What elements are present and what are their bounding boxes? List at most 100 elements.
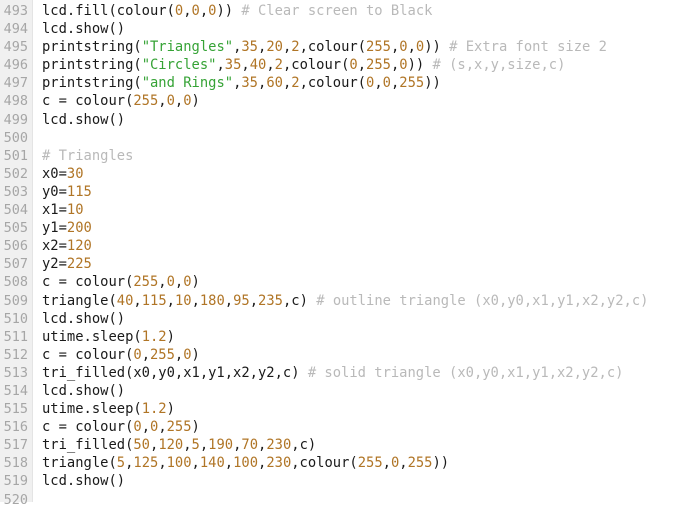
code-token-num: 120	[158, 437, 184, 454]
code-line[interactable]: triangle(40,115,10,180,95,235,c) # outli…	[42, 292, 680, 310]
code-token-plain: ,	[224, 455, 234, 472]
line-number: 495	[3, 39, 28, 56]
code-token-plain: ,	[174, 274, 184, 291]
code-token-plain: ,	[141, 419, 150, 436]
code-token-plain: y2=	[42, 256, 67, 273]
line-number: 514	[3, 382, 28, 399]
code-token-num: 0	[133, 346, 142, 363]
code-line[interactable]: printstring("Triangles",35,20,2,colour(2…	[42, 38, 680, 56]
code-line[interactable]: lcd.show()	[42, 382, 680, 400]
code-token-num: 20	[266, 39, 283, 56]
code-token-num: 2	[274, 57, 283, 74]
code-token-num: 40	[249, 57, 267, 74]
code-line[interactable]: printstring("Circles",35,40,2,colour(0,2…	[42, 56, 680, 74]
code-line[interactable]: lcd.show()	[42, 111, 680, 129]
code-line[interactable]: c = colour(255,0,0)	[42, 92, 680, 110]
code-token-num: 10	[66, 202, 84, 219]
code-token-num: 2	[291, 39, 300, 56]
line-number: 511	[3, 328, 28, 345]
line-number: 500	[3, 129, 28, 146]
code-token-num: 235	[258, 292, 283, 309]
code-token-num: 70	[241, 437, 259, 454]
code-token-plain: ,c)	[282, 292, 317, 309]
code-token-plain: ,colour(	[299, 75, 367, 92]
code-token-num: 255	[133, 93, 159, 110]
code-line[interactable]: x1=10	[42, 201, 680, 219]
code-token-plain: ,	[357, 57, 367, 74]
line-number: 502	[3, 165, 28, 182]
code-line[interactable]: x2=120	[42, 237, 680, 255]
line-number: 499	[3, 111, 28, 128]
code-token-plain: x1=	[42, 202, 67, 219]
line-number: 503	[3, 183, 28, 200]
code-line[interactable]: triangle(5,125,100,140,100,230,colour(25…	[42, 454, 680, 472]
code-token-comment: # (s,x,y,size,c)	[432, 57, 566, 74]
code-token-num: 255	[357, 455, 383, 472]
code-token-num: 1.2	[141, 328, 167, 345]
code-token-plain: ,c)	[291, 437, 317, 454]
code-token-plain: ,	[191, 455, 200, 472]
code-token-comment: # solid triangle (x0,y0,x1,y1,x2,y2,c)	[307, 364, 624, 381]
code-token-plain: ,	[199, 437, 209, 454]
line-number: 512	[3, 346, 28, 363]
code-line[interactable]: printstring("and Rings",35,60,2,colour(0…	[42, 74, 680, 92]
code-line[interactable]: y1=200	[42, 219, 680, 237]
code-token-plain: utime.sleep(	[42, 401, 142, 418]
code-token-num: 125	[133, 455, 159, 472]
line-number: 506	[3, 238, 28, 255]
code-token-plain: x0=	[42, 165, 67, 182]
code-token-num: 35	[224, 57, 242, 74]
code-token-num: 0	[415, 39, 425, 56]
code-token-plain: lcd.show()	[42, 310, 126, 327]
code-token-plain: y1=	[42, 220, 67, 237]
code-token-plain: ,	[382, 455, 391, 472]
line-number: 509	[3, 292, 28, 309]
code-token-num: 255	[166, 419, 192, 436]
code-token-num: 230	[266, 437, 292, 454]
code-token-num: 50	[133, 437, 150, 454]
code-line[interactable]: tri_filled(x0,y0,x1,y1,x2,y2,c) # solid …	[42, 364, 680, 382]
code-token-num: 120	[66, 238, 92, 255]
code-line[interactable]: lcd.show()	[42, 472, 680, 490]
code-line[interactable]: c = colour(255,0,0)	[42, 273, 680, 291]
code-line[interactable]: c = colour(0,255,0)	[42, 346, 680, 364]
code-line[interactable]: lcd.show()	[42, 20, 680, 38]
code-token-plain: ,	[183, 437, 192, 454]
line-number: 501	[3, 147, 28, 164]
code-line[interactable]: c = colour(0,0,255)	[42, 418, 680, 436]
code-token-plain: triangle(	[42, 455, 117, 472]
code-token-str: "and Rings"	[141, 75, 234, 92]
code-token-plain: )	[191, 274, 200, 291]
code-token-plain: lcd.show()	[42, 21, 126, 38]
line-number: 494	[3, 21, 28, 38]
code-line[interactable]	[42, 129, 680, 147]
code-token-num: 255	[399, 75, 425, 92]
code-line[interactable]: utime.sleep(1.2)	[42, 328, 680, 346]
code-token-plain: ,	[158, 419, 167, 436]
code-token-num: 200	[66, 220, 92, 237]
line-number: 505	[3, 220, 28, 237]
code-editor[interactable]: 493 494 495 496 497 498 499 500 501 502 503 504 505 5…	[0, 0, 680, 508]
code-token-num: 5	[191, 437, 200, 454]
code-area[interactable]: lcd.fill(colour(0,0,0)) # Clear screen t…	[33, 0, 680, 502]
code-line[interactable]: utime.sleep(1.2)	[42, 400, 680, 418]
code-token-plain: ,	[183, 3, 192, 19]
code-token-plain: triangle(	[42, 292, 117, 309]
code-line[interactable]: y0=115	[42, 183, 680, 201]
code-line[interactable]: # Triangles	[42, 147, 680, 165]
code-line[interactable]: y2=225	[42, 255, 680, 273]
code-token-num: 0	[183, 93, 192, 110]
code-token-plain: )	[166, 328, 175, 345]
code-token-plain: c = colour(	[42, 419, 134, 436]
code-line[interactable]: lcd.fill(colour(0,0,0)) # Clear screen t…	[42, 2, 680, 20]
code-token-plain: ))	[424, 75, 441, 92]
code-line[interactable]: x0=30	[42, 165, 680, 183]
code-line[interactable]: lcd.show()	[42, 310, 680, 328]
line-number: 498	[3, 93, 28, 110]
code-token-num: 255	[366, 57, 391, 74]
line-number: 516	[3, 419, 28, 436]
code-line[interactable]	[42, 491, 680, 502]
code-token-plain: ,	[216, 57, 225, 74]
code-line[interactable]: tri_filled(50,120,5,190,70,230,c)	[42, 436, 680, 454]
code-token-num: 2	[291, 75, 300, 92]
